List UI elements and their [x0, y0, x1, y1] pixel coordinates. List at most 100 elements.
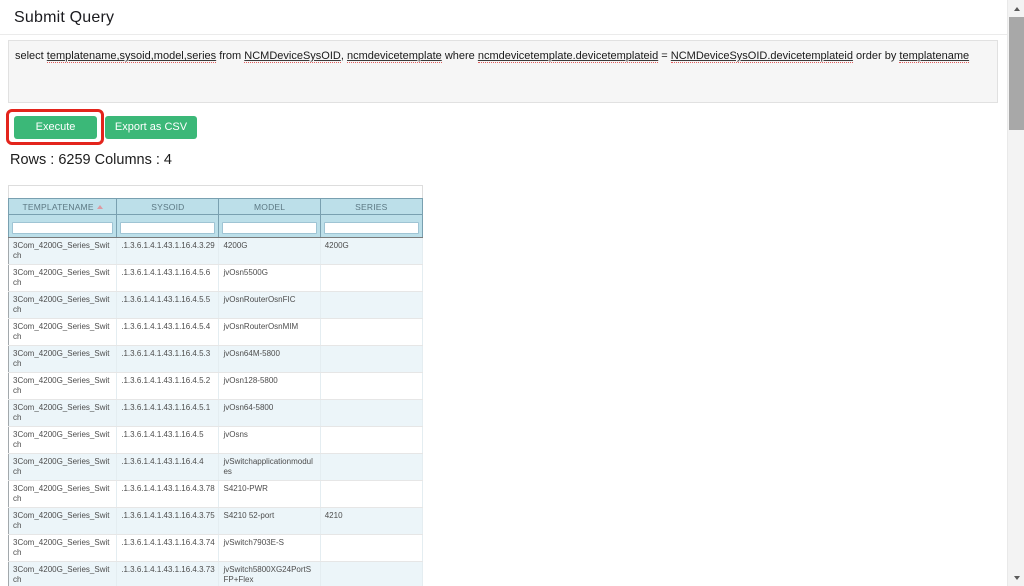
cell-sysoid: .1.3.6.1.4.1.43.1.16.4.3.78 — [116, 480, 220, 508]
sort-asc-icon — [96, 205, 103, 210]
cell-templatename: 3Com_4200G_Series_Switch — [8, 453, 118, 481]
cell-series — [320, 372, 423, 400]
cell-templatename: 3Com_4200G_Series_Switch — [8, 426, 118, 454]
cell-series: 4210 — [320, 507, 423, 535]
scroll-down-icon — [1013, 575, 1020, 580]
cell-model: jvOsn64-5800 — [218, 399, 321, 427]
column-header-label: MODEL — [253, 201, 286, 212]
cell-sysoid: .1.3.6.1.4.1.43.1.16.4.5.2 — [116, 372, 220, 400]
cell-templatename: 3Com_4200G_Series_Switch — [8, 372, 118, 400]
cell-sysoid: .1.3.6.1.4.1.43.1.16.4.3.73 — [116, 561, 220, 586]
filter-input-model[interactable] — [222, 221, 317, 234]
cell-series — [320, 453, 423, 481]
cell-templatename: 3Com_4200G_Series_Switch — [8, 237, 118, 265]
cell-model: jvOsnRouterOsnFIC — [218, 291, 321, 319]
table-row: 3Com_4200G_Series_Switch .1.3.6.1.4.1.43.… — [8, 318, 423, 346]
table-row: 3Com_4200G_Series_Switch .1.3.6.1.4.1.43.… — [8, 264, 423, 292]
table-row: 3Com_4200G_Series_Switch .1.3.6.1.4.1.43.… — [8, 291, 423, 319]
cell-templatename: 3Com_4200G_Series_Switch — [8, 507, 118, 535]
cell-series — [320, 399, 423, 427]
filter-cell-series — [319, 214, 423, 238]
column-header-label: TEMPLATENAME — [22, 201, 94, 212]
scrollbar[interactable] — [1007, 0, 1024, 586]
cell-sysoid: .1.3.6.1.4.1.43.1.16.4.3.29 — [116, 237, 220, 265]
cell-model: jvOsn64M-5800 — [218, 345, 321, 373]
sql-token: templatename — [899, 50, 970, 63]
cell-series — [320, 318, 423, 346]
cell-templatename: 3Com_4200G_Series_Switch — [8, 345, 118, 373]
grid-header-row: TEMPLATENAME SYSOID MODEL SERIES — [8, 198, 423, 215]
cell-model: jvOsn5500G — [218, 264, 321, 292]
page-title: Submit Query — [14, 9, 115, 26]
scrollbar-thumb[interactable] — [1009, 17, 1024, 130]
query-input[interactable]: select templatename,sysoid,model,series … — [8, 40, 998, 103]
sql-token: select — [15, 50, 47, 62]
table-row: 3Com_4200G_Series_Switch .1.3.6.1.4.1.43.… — [8, 507, 423, 535]
table-row: 3Com_4200G_Series_Switch .1.3.6.1.4.1.43.… — [8, 345, 423, 373]
cell-series: 4200G — [320, 237, 423, 265]
cell-model: S4210 52-port — [218, 507, 321, 535]
column-header-label: SERIES — [355, 201, 388, 212]
cell-sysoid: .1.3.6.1.4.1.43.1.16.4.5.3 — [116, 345, 220, 373]
cell-series — [320, 480, 423, 508]
results-table: TEMPLATENAME SYSOID MODEL SERIES 3Com_4200G… — [8, 198, 423, 586]
table-row: 3Com_4200G_Series_Switch .1.3.6.1.4.1.43.… — [8, 426, 423, 454]
cell-templatename: 3Com_4200G_Series_Switch — [8, 534, 118, 562]
filter-input-templatename[interactable] — [12, 221, 114, 234]
column-header-model[interactable]: MODEL — [218, 198, 321, 215]
cell-model: 4200G — [218, 237, 321, 265]
column-header-label: SYSOID — [151, 201, 185, 212]
cell-templatename: 3Com_4200G_Series_Switch — [8, 291, 118, 319]
grid-caption-strip — [8, 185, 423, 198]
column-header-series[interactable]: SERIES — [319, 198, 423, 215]
sql-token: where — [441, 50, 478, 62]
grid-filter-row — [8, 214, 423, 238]
cell-sysoid: .1.3.6.1.4.1.43.1.16.4.3.74 — [116, 534, 220, 562]
filter-input-sysoid[interactable] — [120, 221, 216, 234]
cell-model: S4210-PWR — [218, 480, 321, 508]
cell-series — [320, 291, 423, 319]
scroll-up-icon — [1013, 6, 1020, 11]
sql-token: NCMDeviceSysOID.devicetemplateid — [670, 50, 853, 63]
column-header-sysoid[interactable]: SYSOID — [116, 198, 220, 215]
export-csv-button[interactable]: Export as CSV — [105, 116, 197, 139]
cell-sysoid: .1.3.6.1.4.1.43.1.16.4.5.1 — [116, 399, 220, 427]
cell-model: jvOsns — [218, 426, 321, 454]
cell-templatename: 3Com_4200G_Series_Switch — [8, 264, 118, 292]
filter-cell-sysoid — [116, 214, 220, 238]
cell-series — [320, 561, 423, 586]
cell-model: jvOsnRouterOsnMIM — [218, 318, 321, 346]
cell-sysoid: .1.3.6.1.4.1.43.1.16.4.4 — [116, 453, 220, 481]
cell-sysoid: .1.3.6.1.4.1.43.1.16.4.5.4 — [116, 318, 220, 346]
sql-token: ncmdevicetemplate — [346, 50, 442, 63]
title-divider — [0, 34, 1007, 35]
cell-model: jvSwitchapplicationmodules — [218, 453, 321, 481]
cell-sysoid: .1.3.6.1.4.1.43.1.16.4.3.75 — [116, 507, 220, 535]
scrollbar-up-button[interactable] — [1008, 0, 1024, 17]
sql-token: order by — [852, 50, 900, 62]
cell-model: jvSwitch5800XG24PortSFP+Flex — [218, 561, 321, 586]
filter-input-series[interactable] — [323, 221, 419, 234]
execute-button[interactable]: Execute — [14, 116, 97, 139]
table-row: 3Com_4200G_Series_Switch .1.3.6.1.4.1.43.… — [8, 237, 423, 265]
cell-model: jvOsn128-5800 — [218, 372, 321, 400]
filter-cell-templatename — [8, 214, 118, 238]
table-row: 3Com_4200G_Series_Switch .1.3.6.1.4.1.43.… — [8, 480, 423, 508]
table-row: 3Com_4200G_Series_Switch .1.3.6.1.4.1.43.… — [8, 372, 423, 400]
cell-templatename: 3Com_4200G_Series_Switch — [8, 480, 118, 508]
cell-model: jvSwitch7903E-S — [218, 534, 321, 562]
cell-sysoid: .1.3.6.1.4.1.43.1.16.4.5 — [116, 426, 220, 454]
cell-templatename: 3Com_4200G_Series_Switch — [8, 561, 118, 586]
sql-token: = — [658, 50, 671, 62]
cell-series — [320, 534, 423, 562]
cell-sysoid: .1.3.6.1.4.1.43.1.16.4.5.5 — [116, 291, 220, 319]
column-header-templatename[interactable]: TEMPLATENAME — [8, 198, 118, 215]
table-row: 3Com_4200G_Series_Switch .1.3.6.1.4.1.43.… — [8, 453, 423, 481]
sql-token: NCMDeviceSysOID — [244, 50, 341, 63]
results-grid: TEMPLATENAME SYSOID MODEL SERIES 3Com_4200G… — [8, 185, 423, 586]
cell-series — [320, 426, 423, 454]
table-row: 3Com_4200G_Series_Switch .1.3.6.1.4.1.43.… — [8, 534, 423, 562]
scrollbar-down-button[interactable] — [1008, 569, 1024, 586]
cell-templatename: 3Com_4200G_Series_Switch — [8, 399, 118, 427]
cell-templatename: 3Com_4200G_Series_Switch — [8, 318, 118, 346]
